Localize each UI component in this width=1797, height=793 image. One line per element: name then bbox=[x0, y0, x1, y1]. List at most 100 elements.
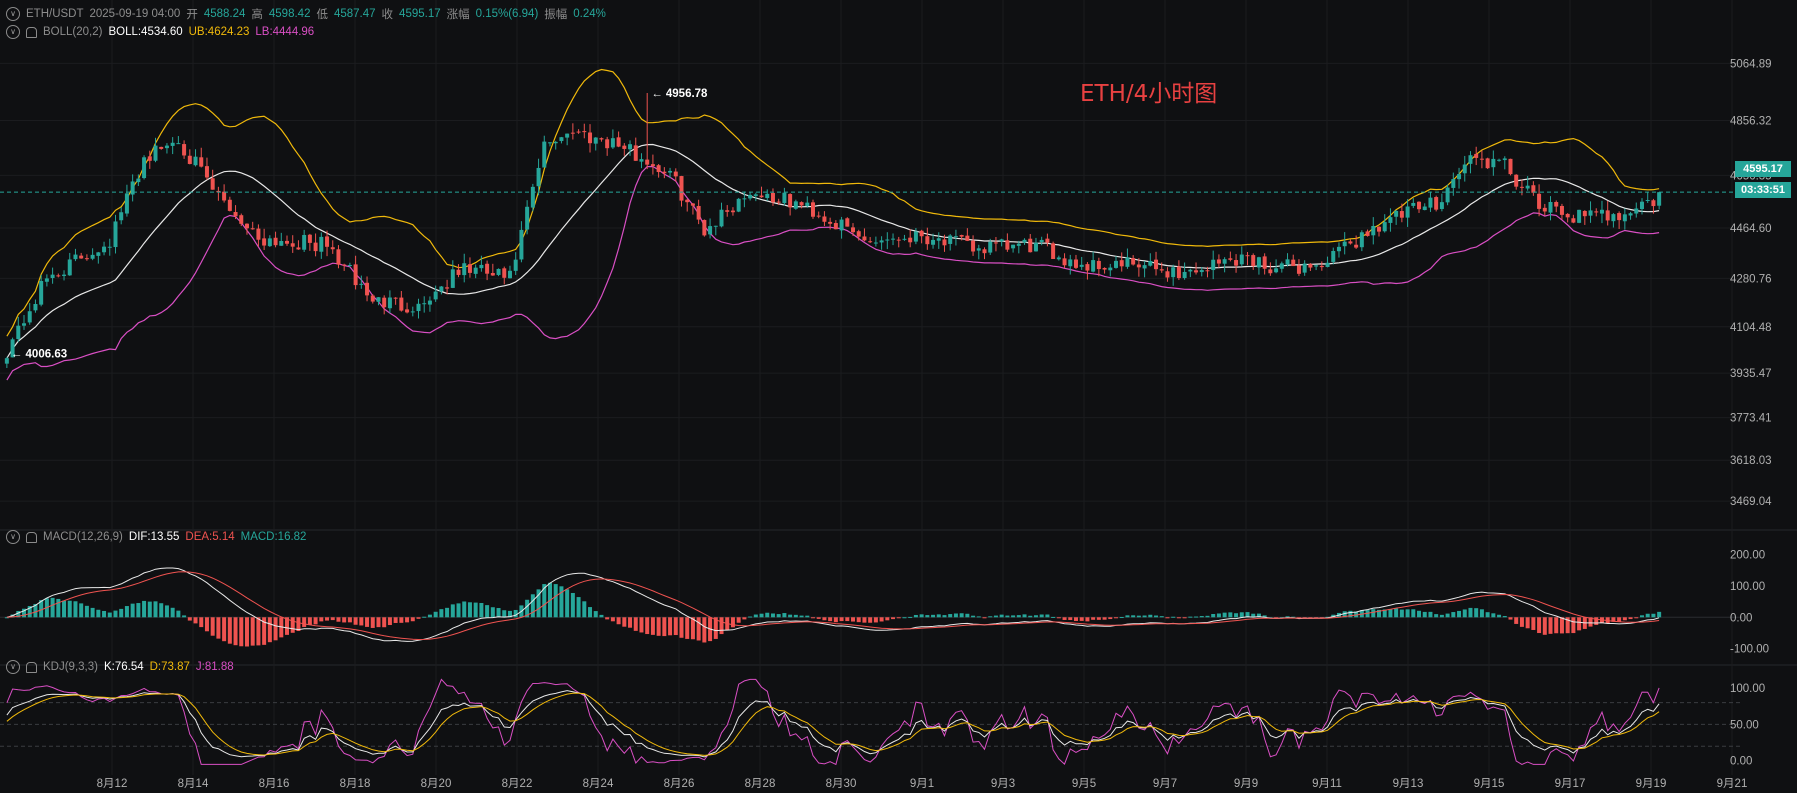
macd-histogram-bar bbox=[656, 617, 661, 636]
candle-body bbox=[1188, 269, 1193, 272]
macd-histogram-bar bbox=[1439, 614, 1444, 618]
macd-histogram-bar bbox=[182, 615, 187, 618]
candle-body bbox=[799, 202, 804, 206]
macd-histogram-bar bbox=[868, 617, 873, 623]
macd-histogram-bar bbox=[873, 617, 878, 623]
candle-body bbox=[187, 155, 192, 164]
macd-histogram-bar bbox=[942, 615, 947, 618]
candle-body bbox=[1073, 259, 1078, 268]
macd-histogram-bar bbox=[1205, 615, 1210, 618]
candle-body bbox=[485, 263, 490, 274]
candle-body bbox=[319, 236, 324, 252]
macd-histogram-bar bbox=[782, 613, 787, 618]
macd-histogram-bar bbox=[805, 615, 810, 618]
candle-body bbox=[582, 131, 587, 133]
macd-histogram-bar bbox=[1091, 617, 1096, 620]
candle-body bbox=[1319, 265, 1324, 268]
candle-body bbox=[833, 223, 838, 230]
macd-histogram-bar bbox=[1371, 609, 1376, 618]
macd-histogram-bar bbox=[553, 584, 558, 618]
alert-bell-icon[interactable] bbox=[26, 531, 37, 543]
candle-body bbox=[290, 243, 295, 247]
macd-histogram-bar bbox=[113, 610, 118, 618]
alert-bell-icon[interactable] bbox=[26, 26, 37, 38]
macd-histogram-bar bbox=[1125, 615, 1130, 618]
candle-body bbox=[1645, 200, 1650, 202]
candle-body bbox=[513, 259, 518, 271]
macd-histogram-bar bbox=[1062, 617, 1067, 620]
candle-body bbox=[142, 157, 147, 179]
candle-body bbox=[776, 201, 781, 203]
time-tick-label: 9月17 bbox=[1555, 778, 1586, 790]
candle-body bbox=[1565, 213, 1570, 218]
candle-body bbox=[479, 264, 484, 269]
time-tick-label: 8月26 bbox=[664, 778, 695, 790]
macd-histogram-bar bbox=[107, 612, 112, 618]
chart-canvas[interactable]: ← 4956.78← 4006.63 5064.894856.324656.35… bbox=[0, 0, 1797, 793]
candle-body bbox=[673, 171, 678, 177]
candle-body bbox=[530, 186, 535, 208]
candle-body bbox=[1508, 158, 1513, 175]
macd-histogram-bar bbox=[387, 617, 392, 626]
candle-body bbox=[902, 238, 907, 240]
macd-histogram-bar bbox=[405, 617, 410, 623]
macd-histogram-bar bbox=[822, 617, 827, 621]
macd-histogram-bar bbox=[307, 617, 312, 625]
macd-histogram-bar bbox=[393, 617, 398, 623]
candle-body bbox=[1314, 265, 1319, 267]
candle-body bbox=[1405, 206, 1410, 218]
candle-body bbox=[1108, 267, 1113, 271]
kdj-tick-label: 50.00 bbox=[1730, 719, 1759, 731]
macd-histogram-bar bbox=[736, 617, 741, 623]
candle-body bbox=[908, 237, 913, 243]
alert-bell-icon[interactable] bbox=[26, 661, 37, 673]
macd-histogram-bar bbox=[250, 617, 255, 646]
candle-body bbox=[1571, 218, 1576, 223]
candle-body bbox=[1102, 267, 1107, 270]
collapse-icon[interactable]: ∨ bbox=[6, 25, 20, 39]
macd-histogram-bar bbox=[1639, 615, 1644, 618]
macd-legend: ∨ MACD(12,26,9) DIF:13.55 DEA:5.14 MACD:… bbox=[6, 530, 306, 544]
collapse-icon[interactable]: ∨ bbox=[6, 660, 20, 674]
candle-body bbox=[382, 297, 387, 308]
change-label: 涨幅 bbox=[446, 9, 470, 21]
candle-body bbox=[147, 156, 152, 161]
macd-histogram-bar bbox=[856, 617, 861, 623]
candle-body bbox=[490, 273, 495, 276]
candle-body bbox=[868, 241, 873, 243]
candle-body bbox=[1422, 206, 1427, 211]
candle-body bbox=[1525, 185, 1530, 189]
candle-body bbox=[553, 141, 558, 144]
candle-body bbox=[1617, 213, 1622, 221]
collapse-icon[interactable]: ∨ bbox=[6, 7, 20, 21]
macd-histogram-bar bbox=[50, 597, 55, 618]
macd-histogram-bar bbox=[1068, 617, 1073, 621]
macd-histogram-bar bbox=[605, 617, 610, 620]
macd-histogram-bar bbox=[456, 603, 461, 618]
macd-histogram-bar bbox=[496, 608, 501, 618]
candle-body bbox=[1548, 201, 1553, 213]
candle-body bbox=[1382, 222, 1387, 232]
candle-body bbox=[170, 142, 175, 146]
macd-histogram-bar bbox=[1491, 613, 1496, 618]
candle-body bbox=[370, 295, 375, 302]
low-label: 低 bbox=[316, 9, 328, 21]
macd-histogram-bar bbox=[828, 617, 833, 622]
candle-body bbox=[1325, 262, 1330, 267]
candle-body bbox=[1491, 158, 1496, 168]
candle-body bbox=[759, 195, 764, 198]
time-axis[interactable]: 8月12 8月14 8月16 8月18 8月20 8月22 8月24 8月26 8月28 8月30… bbox=[97, 778, 1797, 790]
candle-body bbox=[1182, 271, 1187, 278]
collapse-icon[interactable]: ∨ bbox=[6, 530, 20, 544]
candle-body bbox=[285, 240, 290, 244]
candle-body bbox=[1605, 210, 1610, 221]
candle-body bbox=[164, 145, 169, 149]
candle-body bbox=[1365, 231, 1370, 236]
macd-histogram-bar bbox=[971, 615, 976, 618]
macd-histogram-bar bbox=[210, 617, 215, 636]
candle-body bbox=[96, 252, 101, 256]
candle-body bbox=[393, 297, 398, 299]
candle-body bbox=[250, 228, 255, 230]
candle-body bbox=[610, 138, 615, 148]
high-label: 高 bbox=[251, 9, 263, 21]
